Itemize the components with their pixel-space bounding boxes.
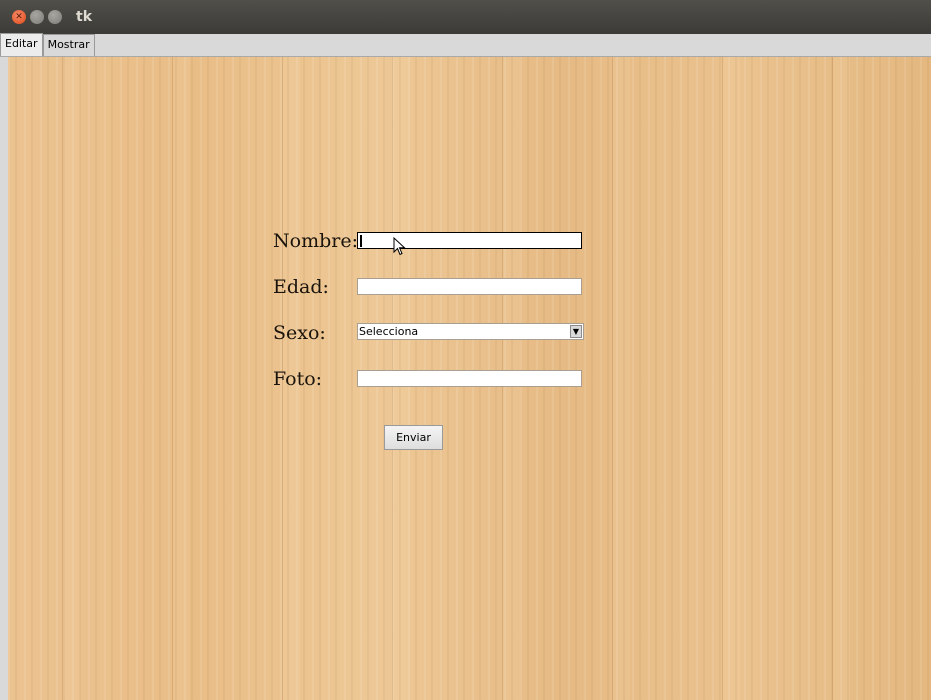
close-window-button[interactable]: ✕ (12, 10, 26, 24)
sexo-selected-value: Selecciona (359, 325, 419, 338)
minimize-window-button[interactable] (30, 10, 44, 24)
maximize-window-button[interactable] (48, 10, 62, 24)
app-window: ✕ tk Editar Mostrar Nombre: Edad: Sexo: … (0, 0, 931, 700)
edad-input[interactable] (357, 278, 582, 295)
window-title: tk (76, 9, 93, 25)
sexo-select[interactable]: Selecciona ▼ (357, 323, 584, 340)
nombre-label: Nombre: (273, 230, 358, 252)
close-icon: ✕ (15, 11, 23, 22)
title-bar: ✕ tk (0, 0, 931, 34)
tab-bar: Editar Mostrar (0, 33, 931, 57)
sexo-label: Sexo: (273, 322, 326, 344)
foto-label: Foto: (273, 368, 323, 390)
mouse-pointer-icon (393, 237, 406, 256)
tab-editar[interactable]: Editar (0, 33, 43, 56)
form-panel: Nombre: Edad: Sexo: Selecciona ▼ Foto: E… (0, 57, 931, 700)
foto-input[interactable] (357, 370, 582, 387)
nombre-input[interactable] (357, 232, 582, 249)
chevron-down-icon[interactable]: ▼ (570, 325, 582, 338)
enviar-button[interactable]: Enviar (384, 425, 443, 450)
edad-label: Edad: (273, 276, 329, 298)
tab-mostrar[interactable]: Mostrar (42, 34, 95, 56)
text-caret (360, 235, 362, 247)
